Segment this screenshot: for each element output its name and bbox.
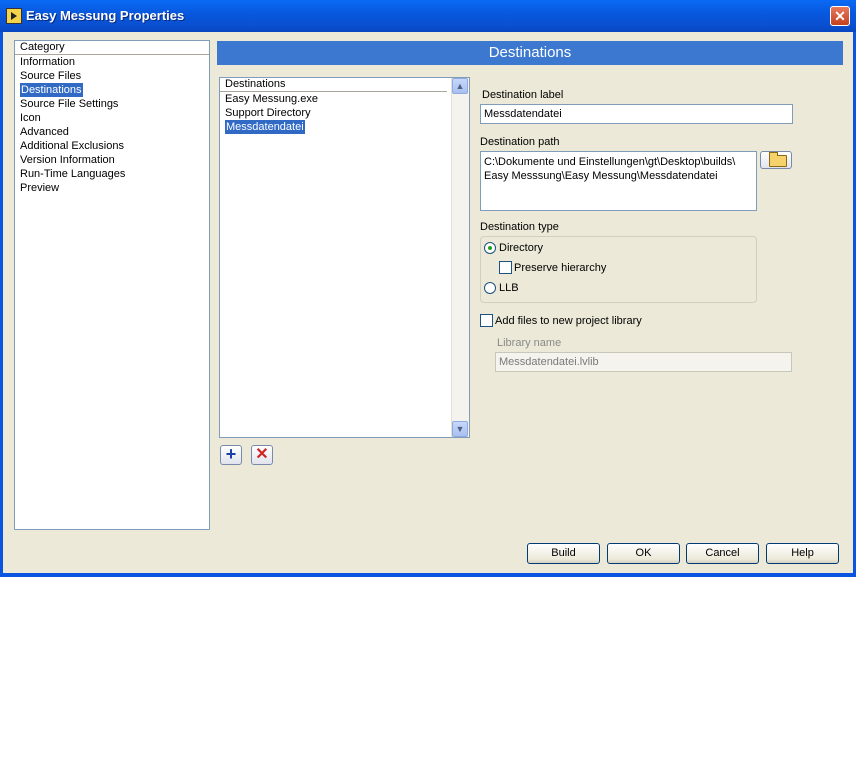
help-button[interactable]: Help bbox=[766, 543, 839, 564]
plus-icon: + bbox=[225, 444, 237, 464]
destination-label-field[interactable]: Messdatendatei bbox=[480, 104, 793, 124]
chevron-down-icon: ▼ bbox=[455, 424, 465, 434]
category-list[interactable]: Category Information Source Files Destin… bbox=[14, 40, 210, 530]
destination-item-messdatendatei[interactable]: Messdatendatei bbox=[220, 120, 469, 134]
cancel-button[interactable]: Cancel bbox=[686, 543, 759, 564]
close-button[interactable]: ✕ bbox=[830, 6, 850, 26]
llb-radio-label: LLB bbox=[499, 282, 519, 294]
destination-item-support-directory[interactable]: Support Directory bbox=[220, 106, 469, 120]
add-files-label: Add files to new project library bbox=[495, 315, 642, 327]
library-name-caption: Library name bbox=[497, 337, 562, 349]
category-item-icon[interactable]: Icon bbox=[15, 111, 209, 125]
destination-path-field[interactable]: C:\Dokumente und Einstellungen\gt\Deskto… bbox=[480, 151, 757, 211]
category-item-information[interactable]: Information bbox=[15, 55, 209, 69]
destination-path-line-1: C:\Dokumente und Einstellungen\gt\Deskto… bbox=[484, 156, 736, 168]
destination-path-caption: Destination path bbox=[480, 136, 560, 148]
destination-type-caption: Destination type bbox=[480, 221, 559, 233]
category-item-run-time-languages[interactable]: Run-Time Languages bbox=[15, 167, 209, 181]
dialog-client-area: Category Information Source Files Destin… bbox=[3, 32, 853, 573]
close-icon: ✕ bbox=[834, 8, 846, 24]
destination-item-exe[interactable]: Easy Messung.exe bbox=[220, 92, 469, 106]
browse-path-button[interactable] bbox=[760, 151, 792, 169]
x-icon: ✕ bbox=[255, 446, 269, 463]
category-item-destinations[interactable]: Destinations bbox=[15, 83, 209, 97]
scroll-up-button[interactable]: ▲ bbox=[452, 78, 468, 94]
category-item-advanced[interactable]: Advanced bbox=[15, 125, 209, 139]
directory-radio[interactable] bbox=[484, 242, 496, 254]
ok-button[interactable]: OK bbox=[607, 543, 680, 564]
category-item-source-file-settings[interactable]: Source File Settings bbox=[15, 97, 209, 111]
category-item-source-files[interactable]: Source Files bbox=[15, 69, 209, 83]
llb-radio[interactable] bbox=[484, 282, 496, 294]
destinations-list[interactable]: Destinations Easy Messung.exe Support Di… bbox=[219, 77, 470, 438]
destinations-scrollbar[interactable]: ▲ ▼ bbox=[451, 78, 469, 437]
destinations-list-header: Destinations bbox=[220, 78, 447, 92]
destination-path-line-2: Easy Messsung\Easy Messung\Messdatendate… bbox=[484, 170, 718, 182]
preserve-hierarchy-label: Preserve hierarchy bbox=[514, 262, 607, 274]
category-item-version-information[interactable]: Version Information bbox=[15, 153, 209, 167]
properties-window: Easy Messung Properties ✕ Category Infor… bbox=[0, 0, 856, 577]
category-item-additional-exclusions[interactable]: Additional Exclusions bbox=[15, 139, 209, 153]
category-item-preview[interactable]: Preview bbox=[15, 181, 209, 195]
window-title: Easy Messung Properties bbox=[26, 8, 185, 23]
folder-open-icon bbox=[769, 152, 787, 167]
destination-label-caption: Destination label bbox=[482, 89, 564, 101]
delete-destination-button[interactable]: ✕ bbox=[251, 445, 273, 465]
category-list-header: Category bbox=[15, 41, 209, 55]
preserve-hierarchy-checkbox[interactable] bbox=[499, 261, 512, 274]
panel-title: Destinations bbox=[217, 41, 843, 65]
title-bar[interactable]: Easy Messung Properties ✕ bbox=[0, 0, 856, 32]
library-name-field: Messdatendatei.lvlib bbox=[495, 352, 792, 372]
directory-radio-label: Directory bbox=[499, 242, 544, 254]
scroll-down-button[interactable]: ▼ bbox=[452, 421, 468, 437]
add-destination-button[interactable]: + bbox=[220, 445, 242, 465]
labview-app-icon bbox=[6, 8, 22, 24]
build-button[interactable]: Build bbox=[527, 543, 600, 564]
chevron-up-icon: ▲ bbox=[455, 81, 465, 91]
add-files-checkbox[interactable] bbox=[480, 314, 493, 327]
